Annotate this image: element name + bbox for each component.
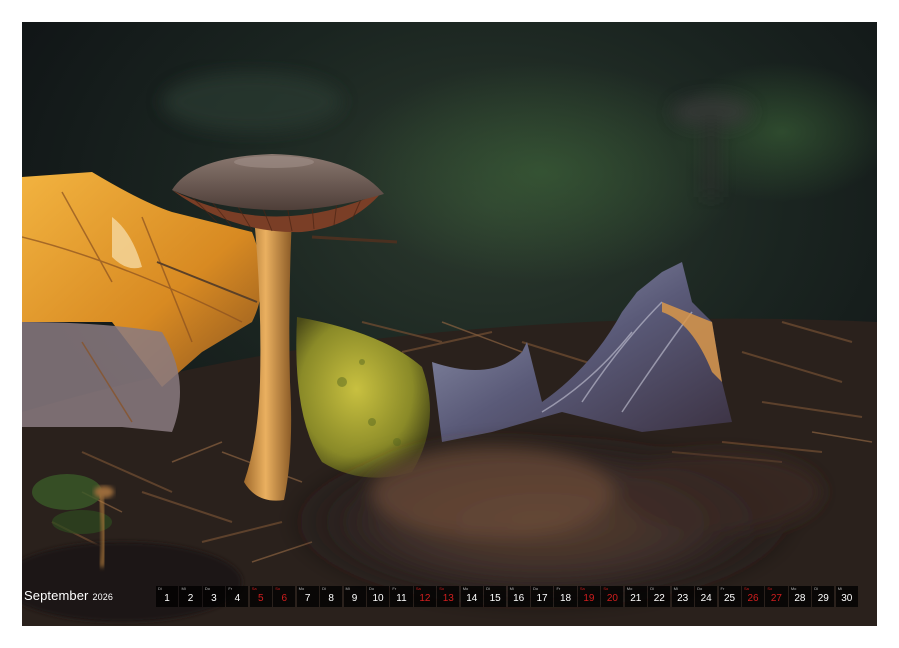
weekday-label: Sa [579,586,585,591]
weekday-label: Fr [228,586,233,591]
day-cell: Mi 2 [179,586,202,607]
day-number: 2 [187,593,194,604]
day-cell: Mo 21 [624,586,647,607]
day-number: 19 [583,593,595,604]
day-cell: Mo 14 [460,586,483,607]
day-cell: So 13 [437,586,460,607]
day-cell: Di 22 [648,586,671,607]
day-number: 7 [304,593,311,604]
day-number: 25 [724,593,736,604]
weekday-label: Fr [392,586,397,591]
day-cell: Sa 5 [249,586,272,607]
day-cell: Do 17 [531,586,554,607]
weekday-label: Fr [720,586,725,591]
weekday-label: Mo [298,586,305,591]
day-cell: Di 15 [484,586,507,607]
weekday-label: Di [322,586,326,591]
day-number: 29 [817,593,829,604]
day-cell: Sa 12 [413,586,436,607]
day-number: 8 [328,593,334,604]
weekday-label: Di [486,586,490,591]
day-cell: Sa 19 [577,586,601,607]
weekday-label: Fr [556,586,561,591]
day-cell: Fr 11 [390,586,413,607]
weekday-label: Do [368,586,375,591]
day-number: 21 [630,593,642,604]
day-cell: Fr 18 [554,586,577,607]
day-cell: Do 10 [366,586,390,607]
day-number: 30 [841,593,853,604]
day-cell: Mi 9 [343,586,366,607]
weekday-label: Mi [345,586,350,591]
day-number: 28 [794,593,806,604]
day-number: 9 [351,593,358,604]
weekday-label: Mi [673,586,678,591]
day-number: 12 [419,593,431,604]
day-number: 6 [281,593,288,604]
weekday-label: Di [158,586,162,591]
weekday-label: So [603,586,609,591]
weekday-label: So [767,586,773,591]
day-number: 11 [396,593,407,604]
weekday-label: Mi [509,586,514,591]
weekday-label: Sa [251,586,257,591]
weekday-label: So [275,586,281,591]
day-cell: Mo 7 [296,586,319,607]
day-number: 20 [606,593,618,604]
day-cell: Fr 25 [718,586,741,607]
day-number: 13 [442,593,454,604]
weekday-label: Mo [626,586,633,591]
day-number: 1 [164,593,170,604]
day-number: 3 [211,593,217,604]
day-number: 17 [536,593,548,604]
day-number: 15 [489,593,501,604]
weekday-label: Do [697,586,703,591]
weekday-label: Mo [462,586,469,591]
day-cell: So 27 [765,586,788,607]
weekday-label: Mi [181,586,186,591]
month-name: September [24,588,89,603]
weekday-label: Di [814,586,819,591]
day-cell: Fr 4 [226,586,249,607]
weekday-label: Mo [790,586,797,591]
calendar-photo [22,22,877,626]
day-cell: Mo 28 [788,586,811,607]
weekday-label: Do [533,586,539,591]
day-number: 10 [372,593,384,604]
day-number: 24 [700,593,712,604]
day-strip: Di 1 Mi 2 Do 3 Fr 4 Sa 5 So 6 Mo 7 Di 8 Mi 9 Do 10 Fr 11 Sa 12 S… [156,586,858,607]
day-number: 18 [559,593,572,604]
weekday-label: Di [650,586,654,591]
weekday-label: Sa [415,586,421,591]
day-cell: Do 24 [695,586,718,607]
day-cell: Di 1 [156,586,179,607]
day-cell: So 6 [273,586,296,607]
day-number: 22 [653,593,665,604]
day-number: 26 [747,593,759,604]
weekday-label: Mi [837,586,842,591]
weekday-label: So [439,586,445,591]
day-number: 5 [258,593,264,604]
day-cell: So 20 [601,586,624,607]
day-cell: Mi 16 [507,586,530,607]
day-number: 14 [466,593,478,604]
month-label: September 2026 [24,588,113,603]
day-cell: Di 29 [812,586,835,607]
weekday-label: Do [204,586,210,591]
day-number: 27 [770,593,782,604]
day-cell: Do 3 [202,586,226,607]
mushroom-scene-icon [22,22,877,626]
day-number: 4 [234,593,241,604]
year-label: 2026 [92,592,113,602]
day-cell: Di 8 [320,586,343,607]
day-cell: Mi 30 [835,586,858,607]
weekday-label: Sa [743,586,749,591]
day-number: 23 [677,593,689,604]
day-number: 16 [513,593,525,604]
day-cell: Mi 23 [671,586,694,607]
day-cell: Sa 26 [741,586,765,607]
